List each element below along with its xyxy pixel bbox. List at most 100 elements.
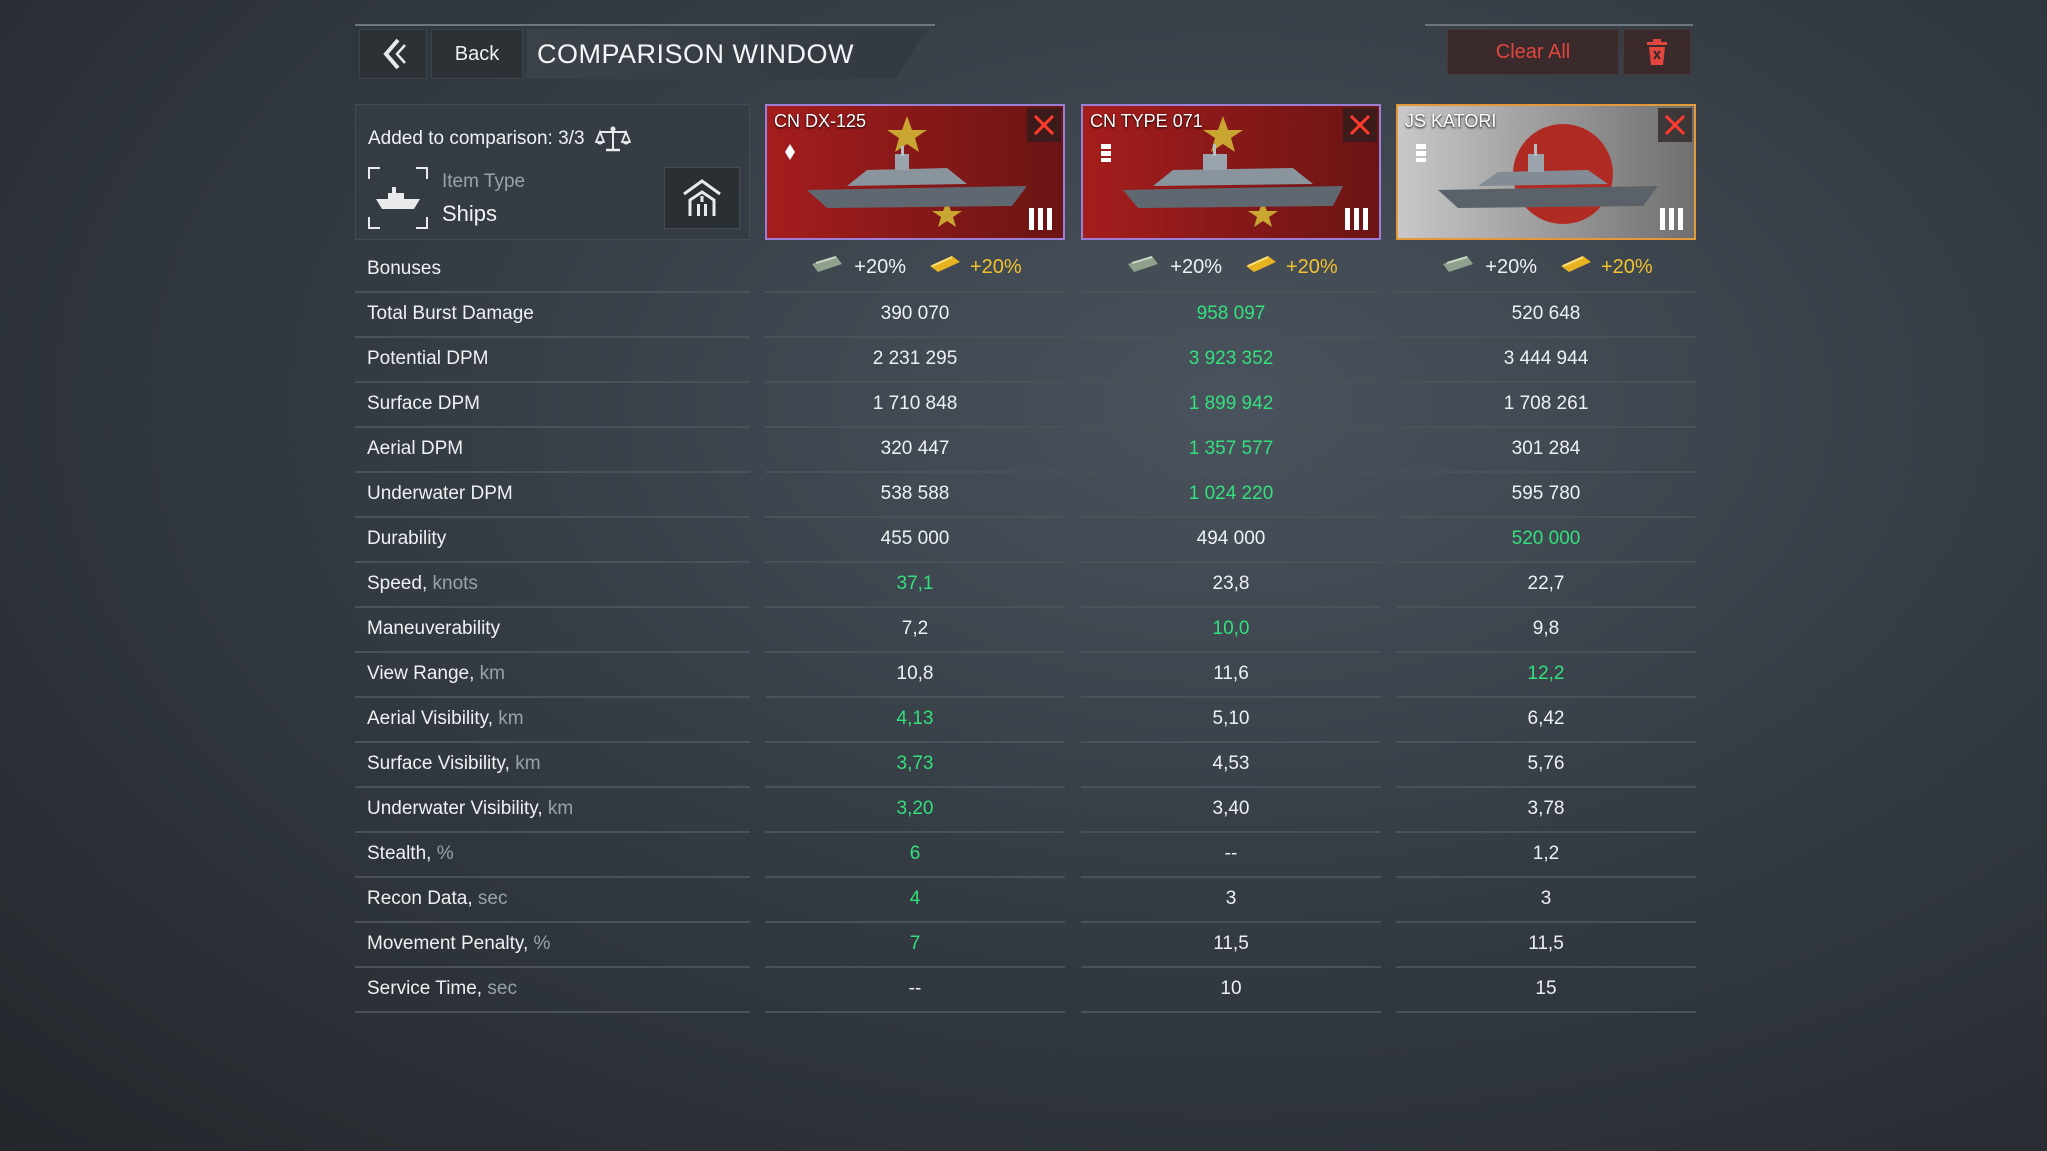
stat-label: Aerial Visibility, km	[367, 708, 524, 730]
gold-bar-icon	[1244, 254, 1278, 280]
stat-unit: km	[515, 753, 541, 774]
ship-image	[1123, 144, 1343, 208]
stat-value-ship-3: 520 648	[1511, 303, 1581, 324]
silver-bonus-value: +20%	[1170, 255, 1222, 278]
stat-row: Potential DPM 2 231 295 3 923 352 3 444 94…	[355, 338, 1696, 383]
stat-value-ship-2: 11,6	[1213, 663, 1249, 684]
stat-unit: km	[547, 798, 574, 819]
stat-value-ship-2: 1 357 577	[1188, 438, 1274, 459]
stat-label-text: Service Time,	[367, 978, 483, 999]
remove-ship-button[interactable]	[1343, 108, 1377, 142]
silver-bills-icon	[1124, 254, 1162, 280]
rank-badge-icon	[1416, 144, 1426, 162]
stat-label-text: Surface DPM	[367, 393, 480, 414]
stat-value-ship-3: 3 444 944	[1503, 348, 1589, 369]
trash-button[interactable]	[1623, 29, 1691, 75]
top-bar: Back COMPARISON WINDOW Clear All	[355, 24, 1693, 80]
ship-name: JS KATORI	[1405, 111, 1497, 131]
stat-value-ship-3: 1,2	[1532, 843, 1560, 864]
stat-label-text: Surface Visibility,	[367, 753, 510, 774]
stat-value-ship-2: 3,40	[1212, 798, 1250, 819]
silver-bills-icon	[1439, 254, 1477, 280]
close-icon	[1349, 114, 1371, 136]
scales-icon	[594, 126, 631, 152]
stat-label-text: Recon Data,	[367, 888, 473, 909]
stat-label: Durability	[367, 528, 446, 550]
stat-value-ship-3: 5,76	[1527, 753, 1565, 774]
stat-label-text: Underwater Visibility,	[367, 798, 543, 819]
gold-bar-icon	[928, 254, 962, 280]
stat-label-text: Stealth,	[367, 843, 432, 864]
stat-value-ship-2: 494 000	[1196, 528, 1266, 549]
silver-bonus-value: +20%	[854, 255, 906, 278]
stat-label-text: Total Burst Damage	[367, 303, 534, 324]
stat-label-text: Speed,	[367, 573, 428, 594]
stat-row: Durability 455 000 494 000 520 000	[355, 518, 1696, 563]
stat-value-ship-1: 538 588	[880, 483, 950, 504]
stat-value-ship-1: 2 231 295	[872, 348, 958, 369]
clear-all-button[interactable]: Clear All	[1447, 29, 1619, 75]
remove-ship-button[interactable]	[1027, 108, 1061, 142]
stat-value-ship-1: 3,73	[896, 753, 934, 774]
ship-name: CN TYPE 071	[1090, 111, 1203, 131]
stat-value-ship-3: 301 284	[1511, 438, 1581, 459]
close-icon	[1664, 114, 1686, 136]
stat-value-ship-3: 11,5	[1528, 933, 1564, 954]
stat-label: Movement Penalty, %	[367, 933, 550, 955]
stat-value-ship-2: 1 899 942	[1188, 393, 1274, 414]
bonuses-row: Bonuses +20% +20% +20% +20% +20% +20%	[355, 248, 1696, 293]
stat-label: Total Burst Damage	[367, 303, 534, 325]
stat-row: Aerial Visibility, km 4,13 5,10 6,42	[355, 698, 1696, 743]
stat-unit: sec	[477, 888, 508, 909]
item-type-select-button[interactable]	[664, 167, 740, 229]
title-plate: COMPARISON WINDOW	[527, 29, 927, 79]
stat-value-ship-2: 10,0	[1212, 618, 1250, 639]
ship-card-2[interactable]: CN TYPE 071	[1081, 104, 1381, 240]
item-type-ship-icon-frame	[368, 167, 428, 229]
stat-label-text: Maneuverability	[367, 618, 501, 639]
item-type-value: Ships	[442, 201, 498, 226]
hangar-icon	[683, 179, 721, 216]
stat-value-ship-1: 4,13	[896, 708, 934, 729]
stat-label: Maneuverability	[367, 618, 500, 640]
stat-label: Potential DPM	[367, 348, 488, 370]
stat-value-ship-3: 9,8	[1532, 618, 1560, 639]
stat-label: Service Time, sec	[367, 978, 517, 1000]
remove-ship-button[interactable]	[1658, 108, 1692, 142]
ship-card-1[interactable]: CN DX-125	[765, 104, 1065, 240]
stat-value-ship-1: 3,20	[896, 798, 934, 819]
ship-card-3[interactable]: JS KATORI	[1396, 104, 1696, 240]
stat-label-text: View Range,	[367, 663, 475, 684]
stat-label: Recon Data, sec	[367, 888, 507, 910]
stat-unit: km	[479, 663, 505, 684]
stat-row: View Range, km 10,8 11,6 12,2	[355, 653, 1696, 698]
row-divider	[1081, 1011, 1381, 1013]
stat-row: Surface DPM 1 710 848 1 899 942 1 708 261	[355, 383, 1696, 428]
stat-value-ship-3: 595 780	[1511, 483, 1581, 504]
stat-row: Stealth, % 6 -- 1,2	[355, 833, 1696, 878]
tier-3-icon	[1660, 208, 1683, 230]
stat-unit: sec	[487, 978, 517, 999]
stat-row: Maneuverability 7,2 10,0 9,8	[355, 608, 1696, 653]
stat-row: Speed, knots 37,1 23,8 22,7	[355, 563, 1696, 608]
tier-3-icon	[1029, 208, 1052, 230]
stat-label: Underwater DPM	[367, 483, 513, 505]
top-bar-divider-right	[1425, 24, 1693, 26]
stat-value-ship-1: 390 070	[880, 303, 950, 324]
gold-bonus-value: +20%	[1601, 255, 1653, 278]
stat-value-ship-1: 455 000	[880, 528, 950, 549]
back-button[interactable]: Back	[431, 29, 523, 79]
top-bar-divider-left	[355, 24, 935, 26]
stat-label-text: Underwater DPM	[367, 483, 513, 504]
stat-label: Surface Visibility, km	[367, 753, 541, 775]
stat-value-ship-1: 4	[909, 888, 921, 909]
stat-value-ship-3: 3	[1540, 888, 1552, 909]
silver-bills-icon	[808, 254, 846, 280]
stat-label-text: Movement Penalty,	[367, 933, 529, 954]
back-arrow-button[interactable]	[359, 29, 427, 79]
row-divider	[355, 1011, 750, 1013]
stat-value-ship-2: 4,53	[1212, 753, 1250, 774]
added-to-comparison: Added to comparison: 3/3	[368, 125, 631, 153]
page-title: COMPARISON WINDOW	[537, 38, 854, 69]
stat-value-ship-1: 7	[909, 933, 921, 954]
